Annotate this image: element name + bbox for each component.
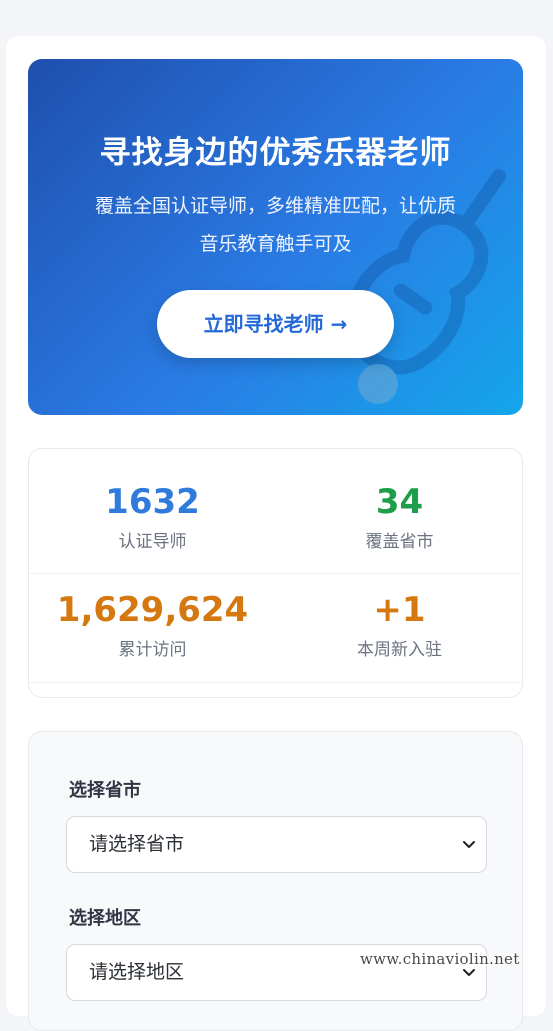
hero-subtitle-line1: 覆盖全国认证导师，多维精准匹配，让优质	[94, 195, 456, 217]
region-label: 选择地区	[69, 908, 141, 929]
stats-divider	[29, 573, 522, 574]
hero-subtitle: 覆盖全国认证导师，多维精准匹配，让优质 音乐教育触手可及	[68, 187, 483, 263]
stats-panel: 1632 认证导师 34 覆盖省市 1,629,624 累计访问 +1 本周新入…	[28, 448, 523, 698]
chevron-down-icon	[463, 841, 475, 848]
stat-label: 本周新入驻	[357, 640, 442, 660]
province-select-value: 请选择省市	[89, 833, 185, 855]
stat-provinces-covered: 34 覆盖省市	[276, 479, 523, 552]
stat-value: 1632	[105, 482, 200, 522]
stat-label: 累计访问	[118, 640, 187, 660]
find-teacher-button[interactable]: 立即寻找老师 →	[157, 290, 394, 358]
stat-new-this-week: +1 本周新入驻	[276, 587, 523, 660]
stat-certified-teachers: 1632 认证导师	[29, 479, 276, 552]
stat-value: 1,629,624	[56, 590, 249, 630]
province-label: 选择省市	[69, 780, 141, 801]
stat-label: 认证导师	[118, 532, 187, 552]
watermark: www.chinaviolin.net	[360, 950, 520, 968]
province-select[interactable]: 请选择省市	[66, 816, 487, 873]
stat-value: 34	[375, 482, 424, 522]
filter-form: 选择省市 请选择省市 选择地区 请选择地区	[28, 731, 523, 1031]
stat-value: +1	[373, 590, 426, 630]
hero-banner: 寻找身边的优秀乐器老师 覆盖全国认证导师，多维精准匹配，让优质 音乐教育触手可及…	[28, 59, 523, 415]
region-select-value: 请选择地区	[89, 961, 185, 983]
hero-subtitle-line2: 音乐教育触手可及	[199, 233, 352, 255]
stats-divider	[29, 682, 522, 683]
hero-title: 寻找身边的优秀乐器老师	[99, 135, 452, 171]
stat-total-visits: 1,629,624 累计访问	[29, 587, 276, 660]
stat-label: 覆盖省市	[365, 532, 434, 552]
